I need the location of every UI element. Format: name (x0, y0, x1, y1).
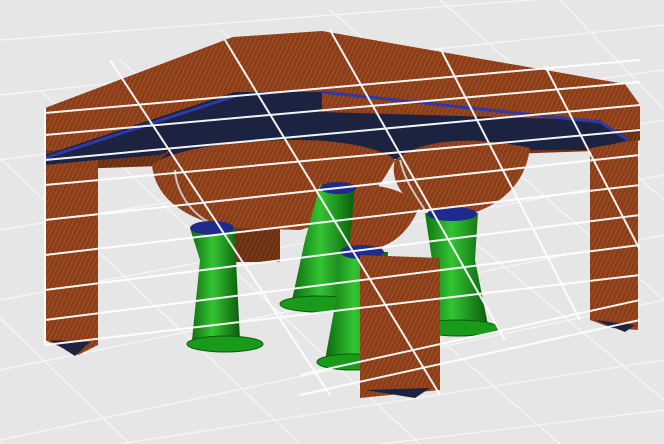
3d-print-preview-scene[interactable] (0, 0, 664, 444)
table-leg-front-left (45, 160, 98, 356)
slice-preview-viewport[interactable] (0, 0, 664, 444)
